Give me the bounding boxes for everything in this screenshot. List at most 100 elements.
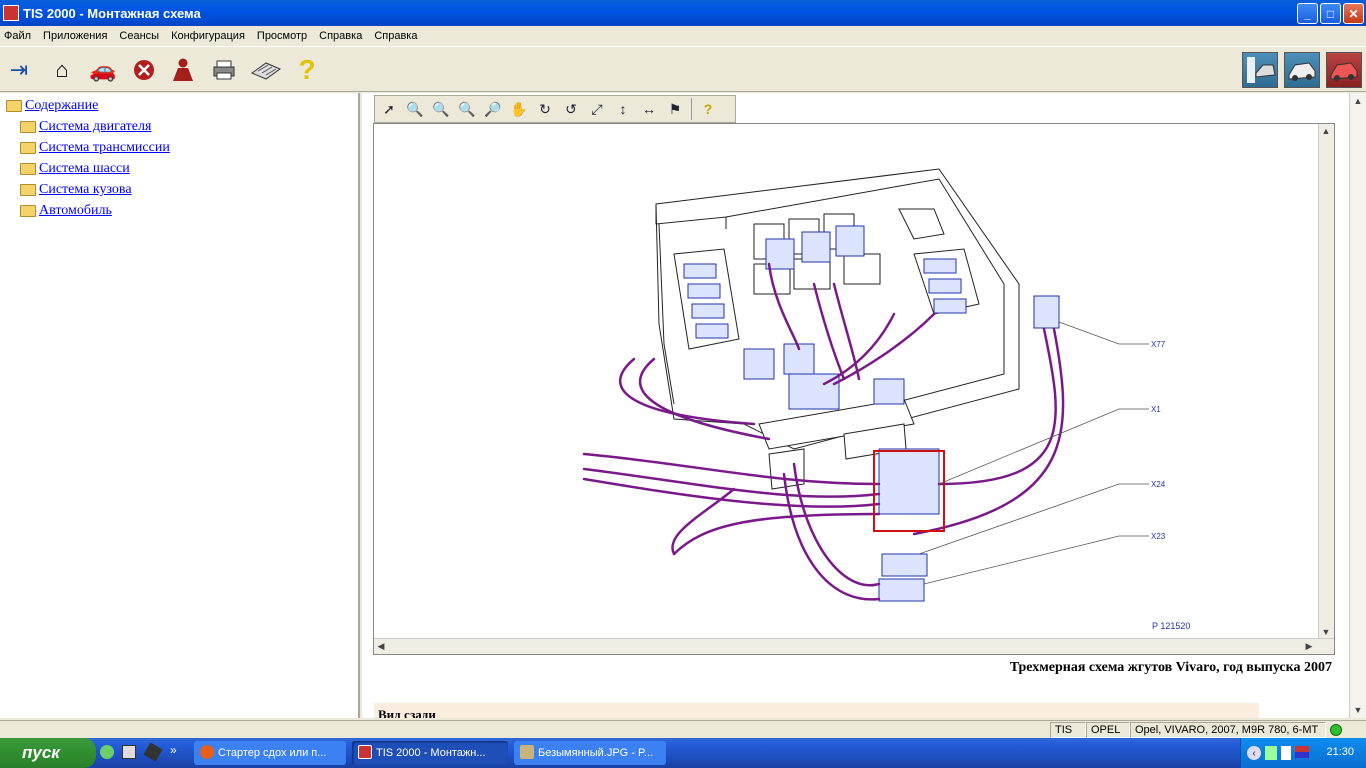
folder-icon	[20, 121, 36, 133]
menu-help[interactable]: Справка	[319, 30, 362, 42]
status-bar: TIS OPEL Opel, VIVARO, 2007, M9R 780, 6-…	[0, 720, 1366, 738]
select-arrow-icon[interactable]: ➚	[379, 99, 399, 119]
mic-icon[interactable]	[1281, 746, 1291, 760]
fit-all-icon[interactable]: ⤢	[587, 99, 607, 119]
network-icon[interactable]	[1265, 746, 1277, 760]
paint-icon	[520, 745, 534, 759]
start-button[interactable]: пуск	[0, 738, 96, 768]
scroll-left-arrow[interactable]: ◀	[374, 639, 388, 653]
wiring-harness-diagram: X77 X1 X24 X23 P 121520	[582, 168, 1190, 631]
viewer-toolbar: ➚ 🔍 🔍 🔍 🔎 ✋ ↻ ↺ ⤢ ↕ ↔ ⚑ ?	[374, 95, 736, 123]
drawing-horizontal-scrollbar[interactable]: ◀ ▶	[374, 638, 1334, 654]
tree-item-label[interactable]: Система шасси	[39, 161, 130, 177]
app-icon	[3, 5, 19, 21]
tree-item-transmission[interactable]: Система трансмиссии	[20, 140, 170, 156]
folder-icon	[20, 163, 36, 175]
start-label: пуск	[22, 743, 60, 762]
vehicle-icon[interactable]: 🚗	[86, 55, 120, 85]
zoom-out-icon[interactable]: 🔍	[431, 99, 451, 119]
wiring-diagram-viewer[interactable]: X77 X1 X24 X23 P 121520 ▲ ▼ ◀ ▶	[373, 123, 1335, 655]
folder-open-icon	[6, 100, 22, 112]
menu-bar: Файл Приложения Сеансы Конфигурация Прос…	[0, 26, 1366, 45]
vehicle-parts-icon[interactable]	[1326, 52, 1362, 88]
scroll-up-arrow[interactable]: ▲	[1319, 124, 1333, 138]
minimize-button[interactable]: _	[1297, 3, 1318, 24]
print-icon[interactable]	[209, 55, 239, 85]
contents-tree: Содержание Система двигателя Система тра…	[0, 93, 360, 718]
task-browser[interactable]: Стартер сдох или п...	[194, 741, 346, 765]
diagram-code: P 121520	[1152, 621, 1190, 631]
scroll-right-arrow[interactable]: ▶	[1302, 639, 1316, 653]
pan-hand-icon[interactable]: ✋	[509, 99, 529, 119]
menu-help-2[interactable]: Справка	[374, 30, 417, 42]
chevron-right-icon[interactable]: »	[170, 743, 177, 757]
tree-item-label[interactable]: Система кузова	[39, 182, 132, 198]
toolbar-separator	[691, 98, 692, 120]
person-icon[interactable]	[168, 55, 198, 85]
tree-item-vehicle[interactable]: Автомобиль	[20, 203, 112, 219]
tree-root-link[interactable]: Содержание	[25, 98, 98, 114]
task-label: Стартер сдох или п...	[218, 747, 327, 759]
fit-height-icon[interactable]: ↕	[613, 99, 633, 119]
menu-file[interactable]: Файл	[4, 30, 31, 42]
task-paint[interactable]: Безымянный.JPG - P...	[514, 741, 666, 765]
chevron-left-icon[interactable]: ‹	[1247, 746, 1261, 760]
label-x1: X1	[1151, 405, 1161, 414]
stop-icon[interactable]	[129, 55, 159, 85]
highlight-icon[interactable]: ⚑	[665, 99, 685, 119]
home-icon[interactable]: ⌂	[47, 55, 77, 85]
task-label: Безымянный.JPG - P...	[538, 747, 654, 759]
keyboard-icon[interactable]	[249, 55, 283, 85]
zoom-window-icon[interactable]: 🔎	[483, 99, 503, 119]
diagram-caption: Трехмерная схема жгутов Vivaro, год выпу…	[1009, 660, 1332, 675]
tree-item-engine[interactable]: Система двигателя	[20, 119, 151, 135]
firefox-icon	[200, 745, 214, 759]
quicklaunch-icon[interactable]	[143, 742, 163, 762]
rotate-cw-icon[interactable]: ↻	[535, 99, 555, 119]
menu-configuration[interactable]: Конфигурация	[171, 30, 245, 42]
tree-item-label[interactable]: Система трансмиссии	[39, 140, 170, 156]
exit-icon[interactable]: ⇥	[4, 55, 34, 85]
language-icon[interactable]	[1295, 746, 1309, 758]
tis-icon	[358, 745, 372, 759]
content-pane: ➚ 🔍 🔍 🔍 🔎 ✋ ↻ ↺ ⤢ ↕ ↔ ⚑ ? X77 X1 X24 X23…	[362, 93, 1366, 718]
maximize-button[interactable]: □	[1320, 3, 1341, 24]
menu-applications[interactable]: Приложения	[43, 30, 107, 42]
fit-width-icon[interactable]: ↔	[639, 99, 659, 119]
clock: 21:30	[1326, 746, 1354, 758]
close-button[interactable]: ✕	[1343, 3, 1364, 24]
vehicle-diagnostics-icon[interactable]	[1242, 52, 1278, 88]
window-controls: _ □ ✕	[1297, 3, 1364, 24]
scroll-up-arrow[interactable]: ▲	[1351, 94, 1365, 108]
help-icon[interactable]: ?	[292, 54, 322, 85]
menu-sessions[interactable]: Сеансы	[119, 30, 159, 42]
tree-root[interactable]: Содержание	[6, 98, 98, 114]
rotate-ccw-icon[interactable]: ↺	[561, 99, 581, 119]
status-make: OPEL	[1086, 722, 1130, 738]
title-bar: TIS 2000 - Монтажная схема _ □ ✕	[0, 0, 1366, 26]
tree-item-chassis[interactable]: Система шасси	[20, 161, 130, 177]
tree-item-label[interactable]: Система двигателя	[39, 119, 151, 135]
zoom-icon[interactable]: 🔍	[457, 99, 477, 119]
folder-icon	[20, 142, 36, 154]
scroll-down-arrow[interactable]: ▼	[1351, 703, 1365, 717]
help-icon[interactable]: ?	[698, 99, 718, 119]
drawing-vertical-scrollbar[interactable]: ▲ ▼	[1318, 124, 1334, 639]
task-tis[interactable]: TIS 2000 - Монтажн...	[352, 741, 508, 765]
quicklaunch-icon[interactable]	[122, 745, 136, 759]
tree-item-label[interactable]: Автомобиль	[39, 203, 112, 219]
connection-status-icon	[1330, 724, 1342, 736]
status-vehicle: Opel, VIVARO, 2007, M9R 780, 6-MT	[1130, 722, 1326, 738]
zoom-in-icon[interactable]: 🔍	[405, 99, 425, 119]
label-x23: X23	[1151, 532, 1166, 541]
status-app: TIS	[1050, 722, 1086, 738]
vehicle-service-icon[interactable]	[1284, 52, 1320, 88]
content-vertical-scrollbar[interactable]: ▲ ▼	[1349, 93, 1366, 718]
menu-view[interactable]: Просмотр	[257, 30, 307, 42]
folder-icon	[20, 205, 36, 217]
tree-item-body[interactable]: Система кузова	[20, 182, 132, 198]
scroll-down-arrow[interactable]: ▼	[1319, 625, 1333, 639]
label-x24: X24	[1151, 480, 1166, 489]
quicklaunch-icon[interactable]	[100, 745, 114, 759]
folder-icon	[20, 184, 36, 196]
